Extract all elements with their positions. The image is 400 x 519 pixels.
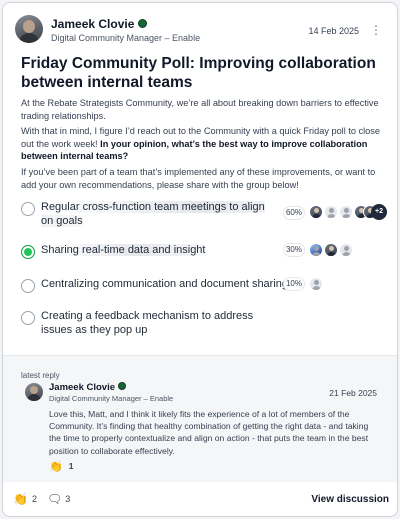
voter-avatar bbox=[339, 243, 353, 257]
more-voters-count[interactable]: +2 bbox=[371, 204, 387, 220]
poll-option-label: Regular cross-function team meetings to … bbox=[41, 201, 265, 227]
reply-body: Love this, Matt, and I think it likely f… bbox=[49, 409, 369, 456]
reply-author-role: Digital Community Manager – Enable bbox=[49, 394, 174, 403]
comment-count: 3 bbox=[65, 494, 71, 504]
reply-author-name[interactable]: Jameek Clovie bbox=[49, 382, 115, 393]
poll-option-label: Centralizing communication and document … bbox=[41, 278, 289, 290]
voter-avatar bbox=[309, 243, 323, 257]
poll-option[interactable]: Creating a feedback mechanism to address… bbox=[21, 309, 385, 339]
post-header: Jameek Clovie Digital Community Manager … bbox=[15, 15, 385, 45]
radio-button[interactable] bbox=[21, 311, 35, 325]
poll-option-percent: 10% bbox=[283, 277, 305, 291]
latest-reply-heading: latest reply bbox=[21, 371, 60, 380]
reply-like-count: 1 bbox=[68, 461, 74, 471]
like-button[interactable]: 👏 2 bbox=[13, 492, 37, 506]
poll-option-percent: 30% bbox=[283, 243, 305, 257]
poll-option-percent: 60% bbox=[283, 206, 305, 220]
voter-avatar bbox=[309, 205, 323, 219]
verified-badge-icon bbox=[118, 382, 127, 390]
voter-avatar bbox=[309, 277, 323, 291]
poll-option[interactable]: Sharing real-time data and insight 30% bbox=[21, 243, 385, 259]
poll-option[interactable]: Regular cross-function team meetings to … bbox=[21, 200, 387, 230]
post-date: 14 Feb 2025 bbox=[308, 26, 359, 36]
author-role: Digital Community Manager – Enable bbox=[51, 33, 201, 43]
reply-author-avatar[interactable] bbox=[25, 383, 43, 401]
voter-avatar bbox=[339, 205, 353, 219]
post-question: With that in mind, I figure I’d reach ou… bbox=[21, 125, 385, 163]
verified-badge-icon bbox=[138, 19, 148, 28]
post-intro: At the Rebate Strategists Community, we’… bbox=[21, 98, 379, 121]
like-count: 2 bbox=[31, 494, 37, 504]
clap-icon: 👏 bbox=[13, 492, 28, 506]
poll-option-label: Creating a feedback mechanism to address… bbox=[41, 310, 254, 336]
poll-option-label: Sharing real-time data and insight bbox=[41, 244, 206, 256]
radio-button[interactable] bbox=[21, 202, 35, 216]
kebab-menu-icon[interactable]: ⋮ bbox=[369, 22, 383, 38]
latest-reply: latest reply Jameek Clovie Digital Commu… bbox=[3, 356, 397, 482]
reply-date: 21 Feb 2025 bbox=[329, 388, 377, 398]
author-name-row: Jameek Clovie bbox=[51, 17, 148, 31]
comment-button[interactable]: 🗨 3 bbox=[47, 492, 70, 506]
poll-option[interactable]: Centralizing communication and document … bbox=[21, 277, 385, 293]
comment-icon: 🗨 bbox=[47, 492, 63, 506]
radio-button[interactable] bbox=[21, 279, 35, 293]
post-card: Jameek Clovie Digital Community Manager … bbox=[2, 2, 398, 517]
author-name[interactable]: Jameek Clovie bbox=[51, 17, 134, 31]
reply-author-name-row: Jameek Clovie bbox=[49, 382, 127, 393]
post-footer: 👏 2 🗨 3 View discussion bbox=[3, 482, 397, 516]
radio-button-selected[interactable] bbox=[21, 245, 35, 259]
voter-avatar bbox=[324, 205, 338, 219]
reply-like-button[interactable]: 👏 1 bbox=[49, 460, 73, 473]
post-title: Friday Community Poll: Improving collabo… bbox=[21, 55, 376, 91]
author-avatar[interactable] bbox=[15, 15, 43, 43]
post-closing: If you’ve been part of a team that’s imp… bbox=[21, 167, 376, 190]
voter-avatar bbox=[324, 243, 338, 257]
view-discussion-link[interactable]: View discussion bbox=[311, 494, 389, 505]
clap-icon: 👏 bbox=[49, 461, 63, 473]
